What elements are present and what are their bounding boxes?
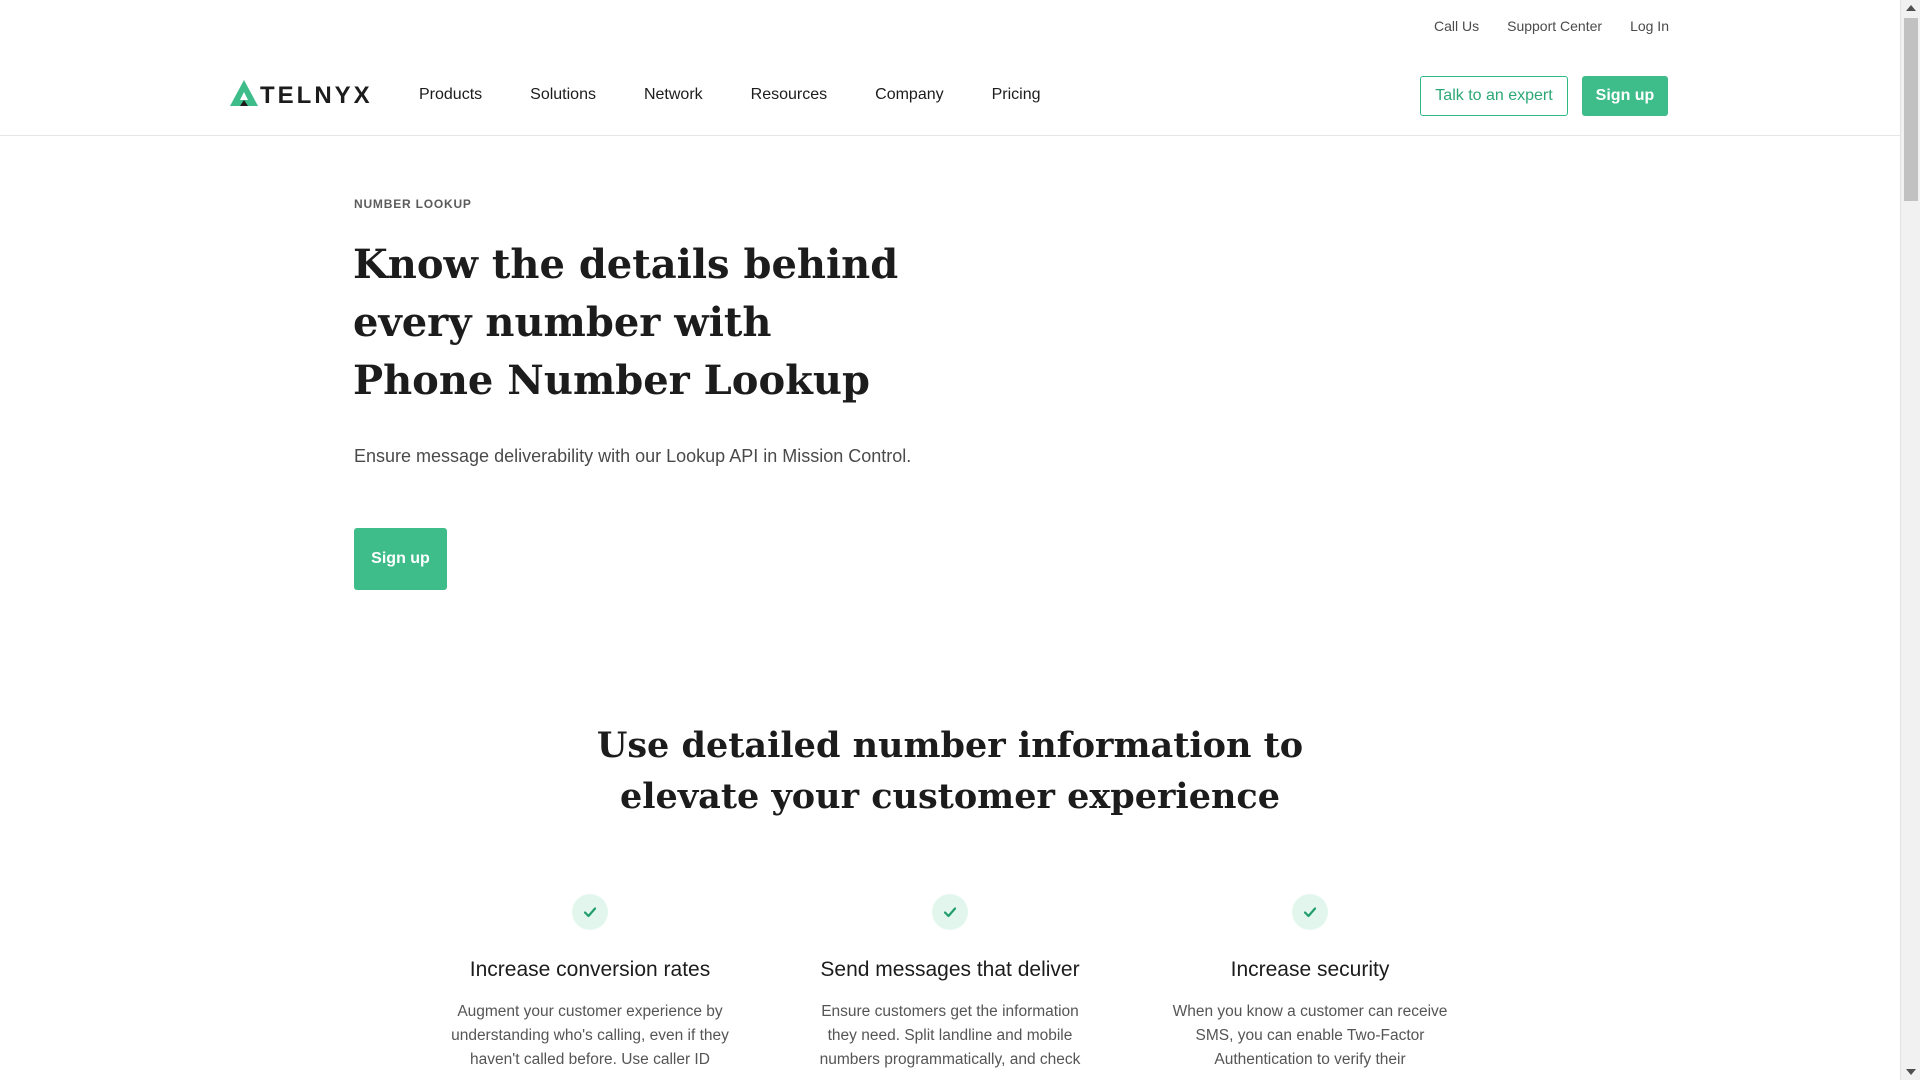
feature-card: Increase conversion rates Augment your c… [440,894,740,1072]
nav-company[interactable]: Company [875,86,943,104]
nav-products[interactable]: Products [419,86,482,104]
talk-to-expert-button[interactable]: Talk to an expert [1420,76,1568,116]
main-nav: Products Solutions Network Resources Com… [419,86,1089,104]
hero-sign-up-button[interactable]: Sign up [354,528,447,590]
hero-eyebrow: NUMBER LOOKUP [354,197,472,211]
section-title: Use detailed number information to eleva… [596,725,1304,817]
telnyx-triangle-logo-icon [230,80,258,111]
feature-card: Send messages that deliver Ensure custom… [800,894,1100,1072]
nav-solutions[interactable]: Solutions [530,86,596,104]
scroll-up-arrow-icon[interactable] [1901,0,1920,16]
logo-text: TELNYX [260,81,373,109]
nav-resources[interactable]: Resources [751,86,827,104]
scrollbar-thumb[interactable] [1904,18,1918,201]
feature-title: Send messages that deliver [820,958,1080,981]
log-in-link[interactable]: Log In [1630,18,1669,34]
site-header: Call Us Support Center Log In TELNYX Pro… [0,0,1900,136]
feature-body: Ensure customers get the information the… [819,1003,1081,1068]
vertical-scrollbar[interactable] [1900,0,1920,1080]
feature-card: Increase security When you know a custom… [1160,894,1460,1072]
call-us-link[interactable]: Call Us [1434,18,1479,34]
support-center-link[interactable]: Support Center [1507,18,1602,34]
hero-subtitle: Ensure message deliverability with our L… [354,446,912,466]
scroll-down-arrow-icon[interactable] [1901,1064,1920,1080]
telnyx-logo[interactable]: TELNYX [230,80,373,111]
nav-pricing[interactable]: Pricing [992,86,1041,104]
feature-title: Increase security [1230,958,1390,981]
check-icon [1292,894,1328,930]
header-sign-up-button[interactable]: Sign up [1582,76,1668,116]
check-icon [932,894,968,930]
utility-nav: Call Us Support Center Log In [1434,18,1669,34]
page: Call Us Support Center Log In TELNYX Pro… [0,0,1920,1080]
nav-network[interactable]: Network [644,86,703,104]
check-icon [572,894,608,930]
feature-body: Augment your customer experience by unde… [451,1003,729,1068]
feature-title: Increase conversion rates [469,958,711,981]
feature-body: When you know a customer can receive SMS… [1172,1003,1448,1068]
hero-title: Know the details behind every number wit… [353,241,899,404]
